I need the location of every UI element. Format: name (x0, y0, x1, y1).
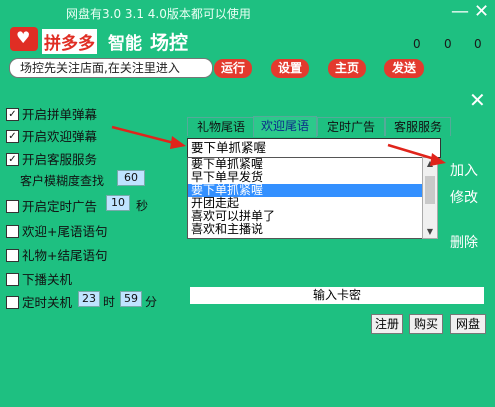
panel-close-icon[interactable]: ✕ (469, 88, 486, 112)
option-gift-tail[interactable]: 礼物+结尾语句 (6, 245, 107, 263)
run-button[interactable]: 运行 (214, 59, 252, 78)
checkbox[interactable] (6, 225, 19, 238)
arrow-icon (111, 125, 186, 149)
checkbox[interactable] (6, 296, 19, 309)
option-service[interactable]: ✓ 开启客服服务 (6, 149, 97, 167)
add-button[interactable]: 加入 (450, 160, 478, 180)
register-button[interactable]: 注册 (371, 314, 403, 334)
option-timed-shutdown[interactable]: 定时关机 (6, 292, 72, 310)
fuzzy-input[interactable]: 60 (117, 170, 145, 186)
tab-timed-ad[interactable]: 定时广告 (317, 117, 385, 136)
option-popup-order[interactable]: ✓ 开启拼单弹幕 (6, 104, 97, 122)
checkbox[interactable]: ✓ (6, 153, 19, 166)
counter-2: 0 (444, 37, 452, 51)
tab-welcome-tail[interactable]: 欢迎尾语 (253, 116, 317, 137)
hour-unit: 时 (103, 295, 116, 309)
send-button[interactable]: 发送 (384, 59, 424, 78)
list-scrollbar[interactable]: ▲ ▼ (422, 157, 438, 239)
list-item[interactable]: 喜欢和主播说 (188, 223, 422, 236)
minimize-button[interactable]: — (451, 2, 469, 22)
logo-smart: 智能 (108, 34, 142, 54)
option-welcome-tail[interactable]: 欢迎+尾语语句 (6, 221, 107, 239)
home-button[interactable]: 主页 (328, 59, 366, 78)
option-popup-welcome[interactable]: ✓ 开启欢迎弹幕 (6, 126, 97, 144)
settings-button[interactable]: 设置 (271, 59, 309, 78)
ad-interval-input[interactable]: 10 (106, 195, 130, 211)
pdd-logo-icon (10, 27, 38, 51)
option-timed-ad[interactable]: 开启定时广告 (6, 196, 97, 214)
checkbox[interactable] (6, 200, 19, 213)
option-label: 开启拼单弹幕 (22, 107, 98, 122)
key-input[interactable]: 输入卡密 (190, 287, 484, 304)
checkbox[interactable]: ✓ (6, 130, 19, 143)
app-window: 网盘有3.0 3.1 4.0版本都可以使用 — ✕ 拼多多 智能 场控 0 0 … (0, 0, 495, 407)
option-label: 开启定时广告 (22, 199, 98, 214)
checkbox[interactable]: ✓ (6, 108, 19, 121)
checkbox[interactable] (6, 273, 19, 286)
option-label: 开启欢迎弹幕 (22, 129, 98, 144)
tab-service[interactable]: 客服服务 (385, 117, 451, 136)
delete-button[interactable]: 删除 (450, 232, 478, 252)
option-label: 礼物+结尾语句 (22, 248, 108, 263)
minute-unit: 分 (145, 295, 158, 309)
phrase-list[interactable]: 要下单抓紧喔 早下单早发货 要下单抓紧喔 开团走起 喜欢可以拼单了 喜欢和主播说 (187, 157, 423, 239)
close-button[interactable]: ✕ (474, 2, 489, 22)
netdisk-button[interactable]: 网盘 (450, 314, 486, 334)
edit-button[interactable]: 修改 (450, 187, 478, 207)
scroll-thumb[interactable] (425, 176, 435, 204)
scroll-down-icon[interactable]: ▼ (423, 226, 437, 238)
option-label: 开启客服服务 (22, 152, 98, 167)
logo-brand: 拼多多 (42, 29, 97, 54)
arrow-icon (387, 143, 446, 166)
buy-button[interactable]: 购买 (409, 314, 443, 334)
title-bar: 网盘有3.0 3.1 4.0版本都可以使用 — ✕ (0, 0, 495, 26)
option-stop-shutdown[interactable]: 下播关机 (6, 269, 72, 287)
option-label: 定时关机 (22, 295, 73, 310)
option-label: 欢迎+尾语语句 (22, 224, 108, 239)
checkbox[interactable] (6, 249, 19, 262)
counter-1: 0 (413, 37, 421, 51)
logo-word: 场控 (150, 32, 189, 54)
shutdown-hour-input[interactable]: 23 (78, 291, 100, 307)
tab-gift-tail[interactable]: 礼物尾语 (187, 117, 255, 136)
fuzzy-label: 客户模糊度查找 (20, 174, 105, 188)
shutdown-minute-input[interactable]: 59 (120, 291, 142, 307)
version-note: 网盘有3.0 3.1 4.0版本都可以使用 (66, 7, 251, 21)
room-input[interactable]: 场控先关注店面,在关注里进入 (9, 58, 213, 78)
option-label: 下播关机 (22, 272, 73, 287)
ad-interval-unit: 秒 (136, 199, 149, 213)
counter-3: 0 (474, 37, 482, 51)
